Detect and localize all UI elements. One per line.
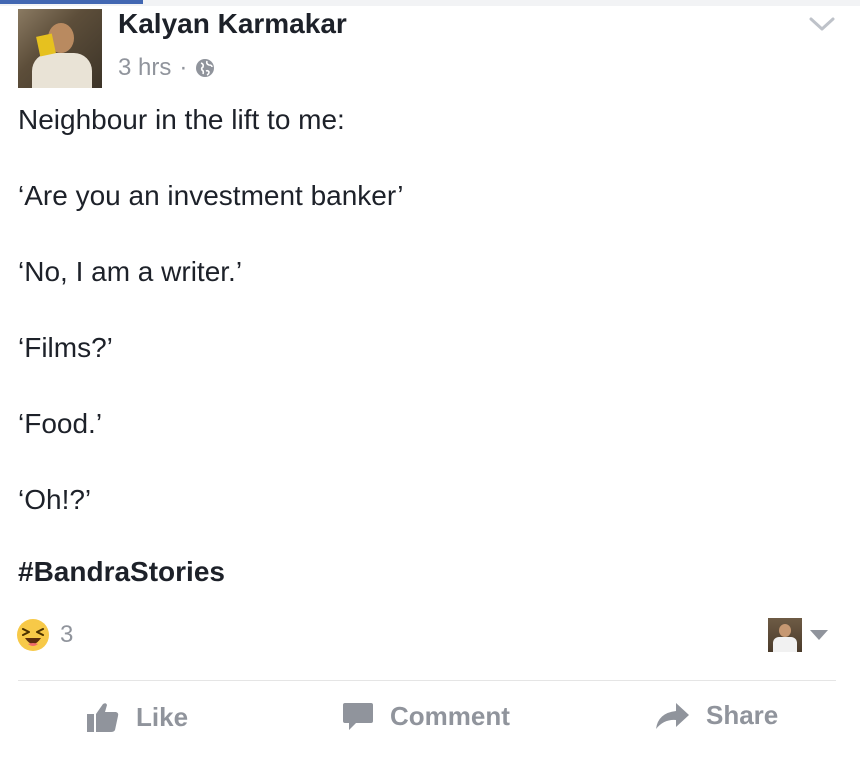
reactor-shirt [773,637,797,652]
action-divider [18,680,836,681]
caret-down-icon[interactable] [810,630,828,640]
post-meta: 3 hrs · [118,54,215,82]
meta-separator: · [179,54,188,81]
top-progress-fill [0,0,143,4]
top-progress-bar [0,0,860,6]
hashtag-link[interactable]: #BandraStories [18,556,225,588]
comment-label: Comment [390,700,510,731]
author-name[interactable]: Kalyan Karmakar [118,8,347,40]
post-text: Neighbour in the lift to me: ‘Are you an… [18,102,838,558]
reactor-face [779,624,791,637]
haha-emoji-icon [17,619,49,651]
avatar-shirt [32,53,92,88]
thumbs-up-icon [87,703,119,732]
reaction-count: 3 [60,621,74,648]
like-button[interactable]: Like [86,700,188,734]
post-line: ‘Are you an investment banker’ [18,180,404,211]
author-avatar[interactable] [18,9,102,88]
action-bar: Like Comment Share [0,700,860,746]
post-timestamp[interactable]: 3 hrs [118,54,171,82]
post-line: ‘Oh!?’ [18,484,92,515]
share-button[interactable]: Share [654,700,778,731]
post-line: ‘Films?’ [18,332,113,363]
post-line: ‘No, I am a writer.’ [18,256,243,287]
like-label: Like [136,701,189,732]
post-line: ‘Food.’ [18,408,103,439]
comment-button[interactable]: Comment [342,700,510,732]
post-line: Neighbour in the lift to me: [18,104,345,135]
share-label: Share [706,700,779,730]
reactions-summary[interactable]: 3 [16,618,73,652]
globe-icon[interactable] [195,58,215,78]
reactor-avatar[interactable] [768,618,802,652]
share-arrow-icon [656,702,689,729]
comment-bubble-icon [343,703,373,730]
chevron-down-icon[interactable] [808,14,836,34]
